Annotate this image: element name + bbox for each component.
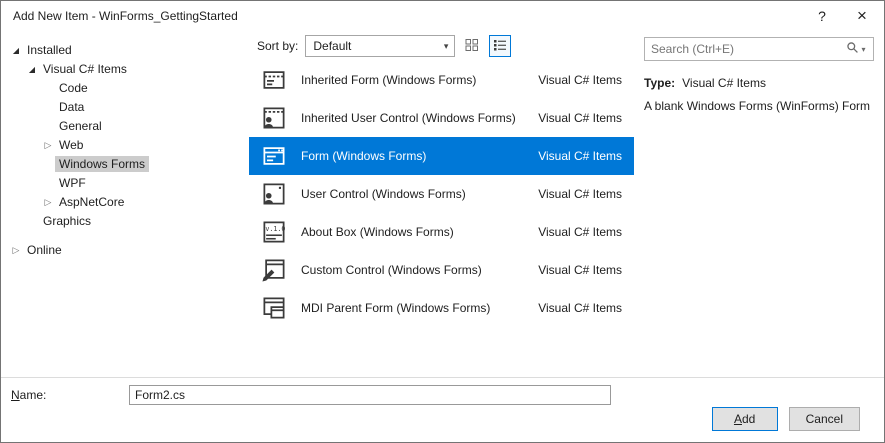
tree-item-aspnetcore[interactable]: AspNetCore — [1, 192, 249, 211]
template-list: Inherited Form (Windows Forms) Visual C#… — [249, 61, 634, 379]
tree-item-online[interactable]: Online — [1, 240, 249, 259]
template-about-box[interactable]: v.1.0 About Box (Windows Forms) Visual C… — [249, 213, 634, 251]
close-button[interactable]: × — [844, 1, 880, 31]
template-mdi-parent-form[interactable]: MDI Parent Form (Windows Forms) Visual C… — [249, 289, 634, 327]
template-custom-control[interactable]: Custom Control (Windows Forms) Visual C#… — [249, 251, 634, 289]
template-panel: Sort by: Default ▾ — [249, 31, 634, 379]
template-name: About Box (Windows Forms) — [301, 225, 538, 239]
inherited-form-icon — [259, 65, 289, 95]
about-box-icon: v.1.0 — [259, 217, 289, 247]
tree-item-label: Online — [23, 242, 66, 258]
tree-item-windows-forms[interactable]: Windows Forms — [1, 154, 249, 173]
list-view-icon — [492, 37, 508, 56]
search-input[interactable] — [645, 42, 839, 56]
tree-item-label: AspNetCore — [55, 194, 128, 210]
tree-item-label: General — [55, 118, 106, 134]
svg-text:v.1.0: v.1.0 — [265, 225, 285, 233]
dialog-body: Installed Visual C# Items Code Data Gene… — [1, 31, 884, 379]
template-name: Custom Control (Windows Forms) — [301, 263, 538, 277]
tree-item-label: Installed — [23, 42, 76, 58]
expander-collapsed-icon[interactable] — [41, 192, 55, 212]
type-row: Type: Visual C# Items — [644, 76, 874, 90]
template-user-control[interactable]: User Control (Windows Forms) Visual C# I… — [249, 175, 634, 213]
expander-expanded-icon[interactable] — [25, 59, 39, 79]
dialog-title: Add New Item - WinForms_GettingStarted — [13, 1, 238, 31]
search-icon — [846, 41, 859, 57]
inherited-user-control-icon — [259, 103, 289, 133]
template-name: Form (Windows Forms) — [301, 149, 538, 163]
form-icon — [259, 141, 289, 171]
template-category: Visual C# Items — [538, 263, 624, 277]
tree-item-code[interactable]: Code — [1, 78, 249, 97]
mdi-parent-form-icon — [259, 293, 289, 323]
expander-collapsed-icon[interactable] — [9, 240, 23, 260]
template-category: Visual C# Items — [538, 111, 624, 125]
tree-item-web[interactable]: Web — [1, 135, 249, 154]
tree-item-label: Data — [55, 99, 88, 115]
template-name: Inherited Form (Windows Forms) — [301, 73, 538, 87]
help-button[interactable]: ? — [804, 1, 840, 31]
medium-icons-view-button[interactable] — [461, 35, 483, 57]
chevron-down-icon: ▾ — [861, 45, 865, 54]
dialog-footer: Name: Add Cancel — [1, 377, 884, 442]
name-label: Name: — [11, 385, 129, 405]
add-new-item-dialog: Add New Item - WinForms_GettingStarted ?… — [0, 0, 885, 443]
expander-collapsed-icon[interactable] — [41, 135, 55, 155]
template-category: Visual C# Items — [538, 187, 624, 201]
template-name: User Control (Windows Forms) — [301, 187, 538, 201]
sort-bar: Sort by: Default ▾ — [249, 31, 634, 61]
template-form-selected[interactable]: Form (Windows Forms) Visual C# Items — [249, 137, 634, 175]
expander-expanded-icon[interactable] — [9, 40, 23, 60]
chevron-down-icon: ▾ — [444, 36, 449, 56]
search-box: ▾ — [644, 37, 874, 61]
user-control-icon — [259, 179, 289, 209]
template-category: Visual C# Items — [538, 301, 624, 315]
details-panel: ▾ Type: Visual C# Items A blank Windows F… — [634, 31, 884, 379]
template-category: Visual C# Items — [538, 73, 624, 87]
template-name: MDI Parent Form (Windows Forms) — [301, 301, 538, 315]
tree-item-label: Graphics — [39, 213, 95, 229]
list-view-button[interactable] — [489, 35, 511, 57]
tree-item-label-selected: Windows Forms — [55, 156, 149, 172]
add-button[interactable]: Add — [712, 407, 778, 431]
template-inherited-user-control[interactable]: Inherited User Control (Windows Forms) V… — [249, 99, 634, 137]
tree-item-graphics[interactable]: Graphics — [1, 211, 249, 230]
sort-dropdown[interactable]: Default ▾ — [305, 35, 455, 57]
button-row: Add Cancel — [712, 407, 860, 431]
sort-dropdown-value: Default — [313, 39, 351, 53]
template-name: Inherited User Control (Windows Forms) — [301, 111, 538, 125]
template-inherited-form[interactable]: Inherited Form (Windows Forms) Visual C#… — [249, 61, 634, 99]
template-category: Visual C# Items — [538, 225, 624, 239]
type-label: Type: — [644, 76, 675, 90]
cancel-button[interactable]: Cancel — [789, 407, 860, 431]
grid-view-icon — [464, 37, 480, 56]
sort-by-label: Sort by: — [257, 39, 298, 53]
tree-item-data[interactable]: Data — [1, 97, 249, 116]
template-category: Visual C# Items — [538, 149, 624, 163]
name-row: Name: — [11, 385, 884, 405]
template-description: A blank Windows Forms (WinForms) Form — [644, 99, 874, 113]
tree-item-installed[interactable]: Installed — [1, 40, 249, 59]
tree-item-visual-csharp-items[interactable]: Visual C# Items — [1, 59, 249, 78]
title-bar: Add New Item - WinForms_GettingStarted ?… — [1, 1, 884, 31]
name-input[interactable] — [129, 385, 611, 405]
tree-item-wpf[interactable]: WPF — [1, 173, 249, 192]
type-value: Visual C# Items — [682, 76, 766, 90]
category-tree: Installed Visual C# Items Code Data Gene… — [1, 31, 249, 379]
search-button[interactable]: ▾ — [839, 38, 873, 60]
tree-item-label: WPF — [55, 175, 90, 191]
tree-item-general[interactable]: General — [1, 116, 249, 135]
tree-item-label: Web — [55, 137, 87, 153]
tree-item-label: Visual C# Items — [39, 61, 131, 77]
custom-control-icon — [259, 255, 289, 285]
tree-item-label: Code — [55, 80, 92, 96]
